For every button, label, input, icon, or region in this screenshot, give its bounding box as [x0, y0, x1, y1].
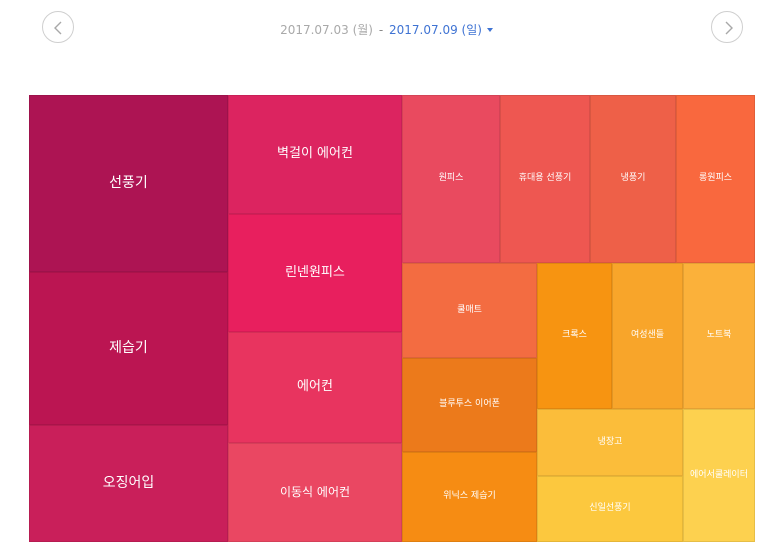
date-range: 2017.07.03 (월) - 2017.07.09 (일) — [0, 21, 773, 38]
treemap-tile-label: 여성샌들 — [630, 330, 665, 341]
treemap-tile-label: 크록스 — [562, 330, 587, 341]
treemap-tile[interactable]: 에어컨 — [228, 332, 402, 443]
treemap-tile-label: 위닉스 제습기 — [443, 491, 496, 502]
treemap-tile[interactable]: 쿨매트 — [402, 263, 537, 358]
treemap-tile-label: 린넨원피스 — [285, 264, 345, 280]
treemap-tile-label: 쿨매트 — [457, 304, 482, 315]
treemap-tile-label: 에어서쿨레이터 — [690, 469, 748, 480]
treemap-tile-label: 에어컨 — [297, 379, 333, 395]
treemap-tile[interactable]: 노트북 — [683, 263, 755, 409]
treemap-tile-label: 노트북 — [706, 330, 732, 341]
treemap-tile[interactable]: 오징어입 — [29, 425, 228, 542]
treemap-tile-label: 원피스 — [438, 173, 464, 184]
date-separator: - — [378, 23, 384, 37]
treemap-tile[interactable]: 원피스 — [402, 95, 500, 263]
end-date-dropdown[interactable]: 2017.07.09 (일) — [389, 23, 493, 37]
treemap-tile[interactable]: 블루투스 이어폰 — [402, 358, 537, 452]
treemap-tile-label: 벽걸이 에어컨 — [277, 146, 353, 162]
treemap-tile[interactable]: 크록스 — [537, 263, 612, 409]
treemap-tile-label: 냉장고 — [597, 436, 623, 447]
treemap-tile-label: 신일선풍기 — [589, 503, 631, 514]
treemap-tile-label: 휴대용 선풍기 — [518, 173, 572, 184]
caret-down-icon — [486, 28, 493, 32]
treemap-tile-label: 냉풍기 — [620, 173, 646, 184]
treemap-tile-label: 선풍기 — [109, 175, 148, 192]
treemap-tile[interactable]: 벽걸이 에어컨 — [228, 95, 402, 214]
keyword-treemap: 선풍기제습기오징어입 벽걸이 에어컨린넨원피스에어컨이동식 에어컨 원피스 휴대용 선… — [29, 95, 755, 542]
treemap-tile-label: 롱원피스 — [698, 173, 733, 184]
treemap-tile[interactable]: 이동식 에어컨 — [228, 443, 402, 542]
chevron-right-icon — [725, 21, 733, 35]
treemap-tile-label: 오징어입 — [102, 475, 155, 492]
treemap-tile[interactable]: 위닉스 제습기 — [402, 452, 537, 542]
start-date: 2017.07.03 (월) — [280, 23, 373, 37]
treemap-tile[interactable]: 에어서쿨레이터 — [683, 409, 755, 542]
next-week-button[interactable] — [711, 11, 743, 43]
treemap-tile-label: 블루투스 이어폰 — [439, 399, 500, 410]
treemap-tile[interactable]: 휴대용 선풍기 — [500, 95, 590, 263]
treemap-tile[interactable]: 롱원피스 — [676, 95, 755, 263]
treemap-tile[interactable]: 신일선풍기 — [537, 476, 683, 542]
treemap-tile-label: 제습기 — [109, 340, 148, 357]
treemap-tile[interactable]: 선풍기 — [29, 95, 228, 272]
treemap-tile-label: 이동식 에어컨 — [279, 484, 351, 499]
treemap-tile[interactable]: 냉장고 — [537, 409, 683, 476]
treemap-tile[interactable]: 냉풍기 — [590, 95, 676, 263]
treemap-tile[interactable]: 린넨원피스 — [228, 214, 402, 332]
treemap-tile[interactable]: 여성샌들 — [612, 263, 683, 409]
end-date: 2017.07.09 (일) — [389, 23, 482, 37]
treemap-tile[interactable]: 제습기 — [29, 272, 228, 425]
